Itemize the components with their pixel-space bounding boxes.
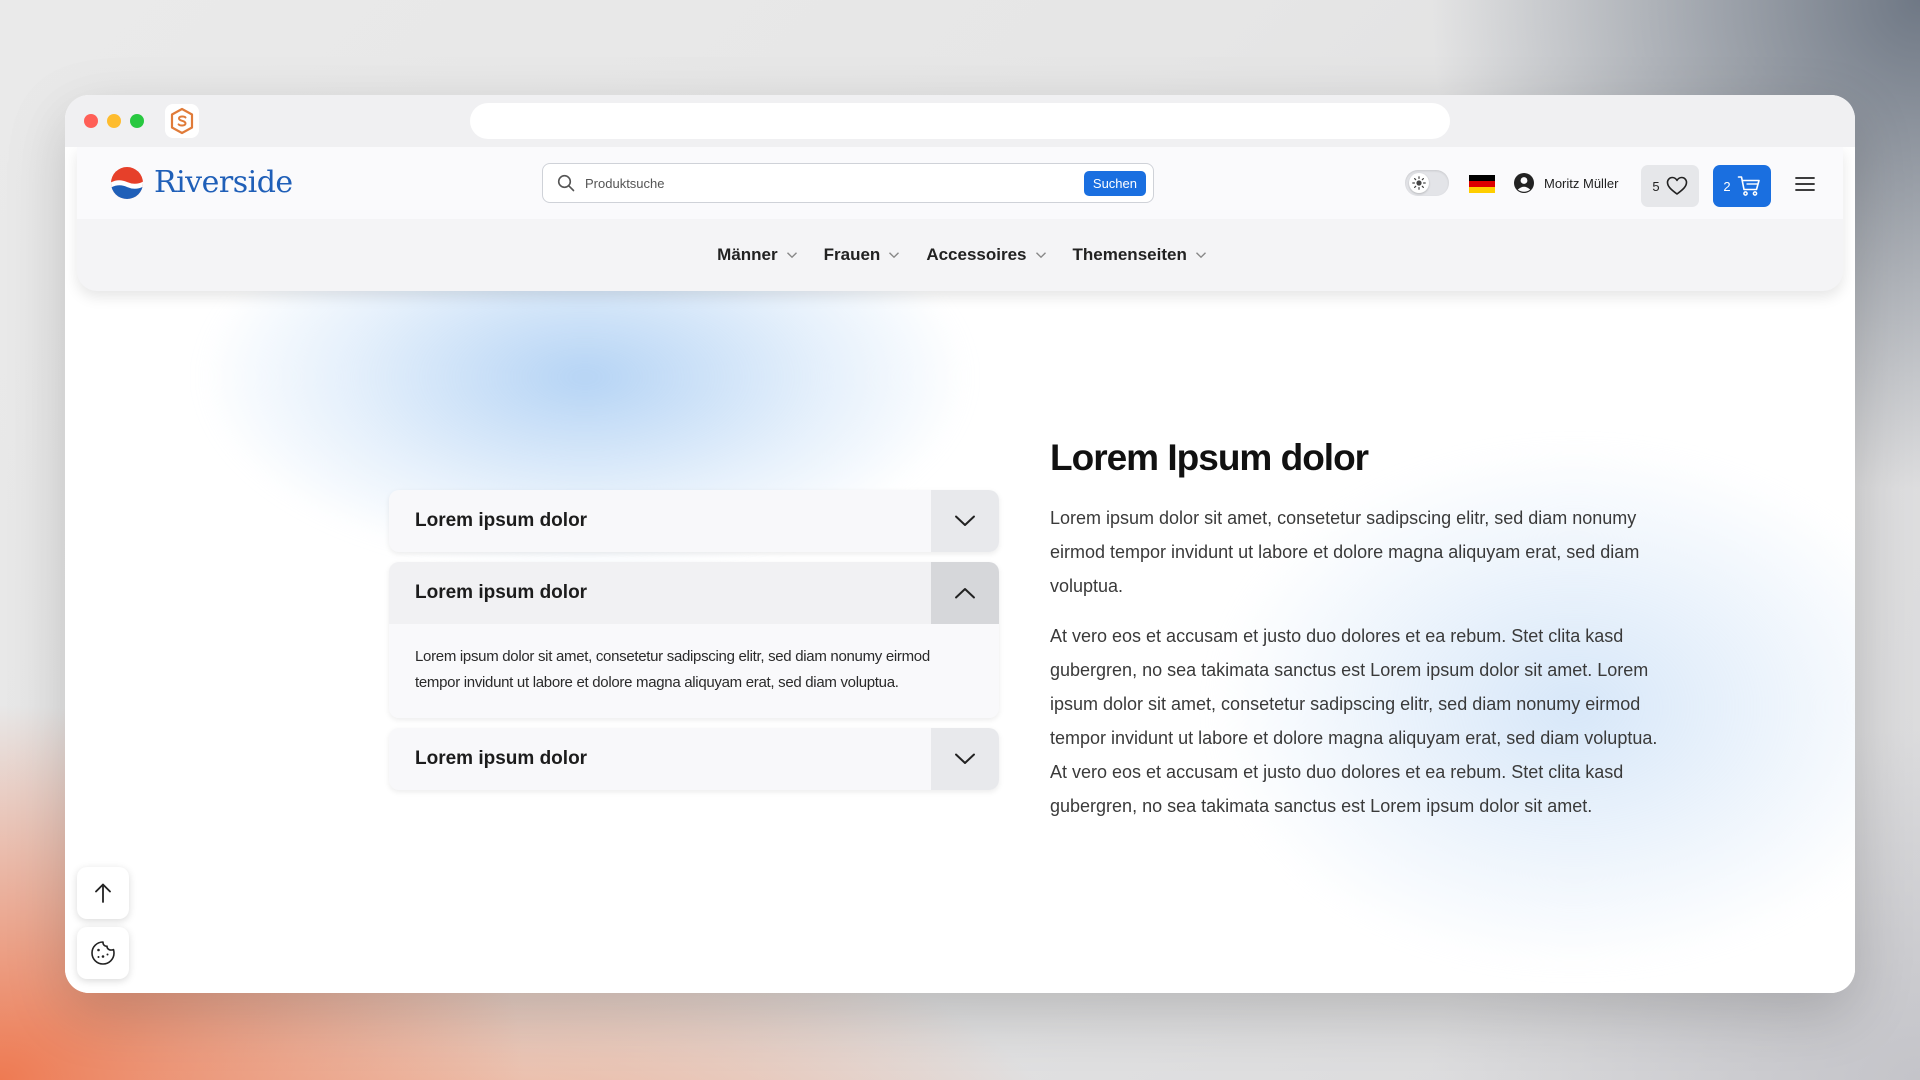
close-window-button[interactable] — [84, 114, 98, 128]
chevron-down-icon — [786, 252, 797, 259]
german-flag-icon[interactable] — [1469, 175, 1495, 193]
scroll-to-top-button[interactable] — [77, 867, 129, 919]
cookie-icon — [91, 941, 115, 965]
accordion-header[interactable]: Lorem ipsum dolor — [389, 490, 999, 552]
logo-icon — [111, 166, 143, 199]
nav-item-label: Themenseiten — [1072, 245, 1187, 264]
chevron-down-icon — [889, 252, 900, 259]
logo-text: Riverside — [154, 165, 293, 200]
accordion-header[interactable]: Lorem ipsum dolor — [389, 728, 999, 790]
cookie-settings-button[interactable] — [77, 927, 129, 979]
theme-toggle-knob — [1409, 173, 1429, 193]
accordion: Lorem ipsum dolor Lorem ipsum dolor Lore… — [389, 490, 999, 800]
cart-count: 2 — [1723, 178, 1731, 194]
cart-icon — [1737, 176, 1760, 196]
shield-s-icon[interactable] — [165, 104, 199, 138]
nav-item-accessoires[interactable]: Accessoires — [926, 245, 1046, 265]
search-button[interactable]: Suchen — [1083, 171, 1146, 196]
site-logo[interactable]: Riverside — [110, 165, 293, 200]
nav-item-themenseiten[interactable]: Themenseiten — [1073, 245, 1207, 265]
chevron-down-icon — [955, 753, 975, 764]
chevron-up-icon — [955, 588, 975, 599]
nav-item-maenner[interactable]: Männer — [717, 245, 797, 265]
search-icon — [557, 174, 575, 192]
accordion-title: Lorem ipsum dolor — [415, 748, 588, 769]
hamburger-icon[interactable] — [1794, 174, 1816, 194]
accordion-item: Lorem ipsum dolor Lorem ipsum dolor sit … — [389, 562, 999, 718]
content-paragraph: At vero eos et accusam et justo duo dolo… — [1050, 626, 1658, 816]
header-topbar: Riverside Suchen — [77, 147, 1843, 219]
nav-item-label: Frauen — [823, 245, 881, 264]
user-circle-icon — [1514, 173, 1534, 193]
accordion-title: Lorem ipsum dolor — [415, 582, 588, 603]
accordion-title: Lorem ipsum dolor — [415, 510, 588, 531]
maximize-window-button[interactable] — [130, 114, 144, 128]
site-header: Riverside Suchen — [77, 147, 1843, 291]
main-navigation: Männer Frauen Accessoires Themenseiten — [77, 219, 1843, 291]
accordion-toggle[interactable] — [931, 490, 999, 552]
accordion-item: Lorem ipsum dolor — [389, 728, 999, 790]
nav-item-label: Männer — [717, 245, 778, 264]
accordion-body: Lorem ipsum dolor sit amet, consetetur s… — [389, 624, 999, 718]
accordion-toggle[interactable] — [931, 562, 999, 624]
nav-item-label: Accessoires — [926, 245, 1027, 264]
heart-icon — [1666, 176, 1687, 195]
content-paragraph: Lorem ipsum dolor sit amet, consetetur s… — [1050, 508, 1640, 596]
accordion-header[interactable]: Lorem ipsum dolor — [389, 562, 999, 624]
chevron-down-icon — [1035, 252, 1046, 259]
wishlist-button[interactable]: 5 — [1641, 165, 1699, 207]
chevron-down-icon — [955, 515, 975, 526]
cart-button[interactable]: 2 — [1713, 165, 1771, 207]
content-section: Lorem Ipsum dolor Lorem ipsum dolor sit … — [1050, 437, 1670, 839]
user-name: Moritz Müller — [1544, 175, 1619, 191]
browser-titlebar — [65, 95, 1855, 147]
address-bar[interactable] — [470, 103, 1450, 139]
accordion-item: Lorem ipsum dolor — [389, 490, 999, 552]
content-heading: Lorem Ipsum dolor — [1050, 437, 1369, 478]
page-content: Riverside Suchen — [65, 147, 1855, 993]
arrow-up-icon — [95, 883, 111, 903]
search-input[interactable] — [585, 175, 1065, 191]
user-account[interactable]: Moritz Müller — [1513, 172, 1618, 194]
minimize-window-button[interactable] — [107, 114, 121, 128]
chevron-down-icon — [1195, 252, 1206, 259]
search-box: Suchen — [542, 163, 1154, 203]
wishlist-count: 5 — [1652, 178, 1660, 194]
nav-item-frauen[interactable]: Frauen — [824, 245, 901, 265]
browser-window: Riverside Suchen — [65, 95, 1855, 993]
accordion-toggle[interactable] — [931, 728, 999, 790]
theme-toggle[interactable] — [1405, 170, 1449, 196]
sun-icon — [1412, 176, 1426, 190]
